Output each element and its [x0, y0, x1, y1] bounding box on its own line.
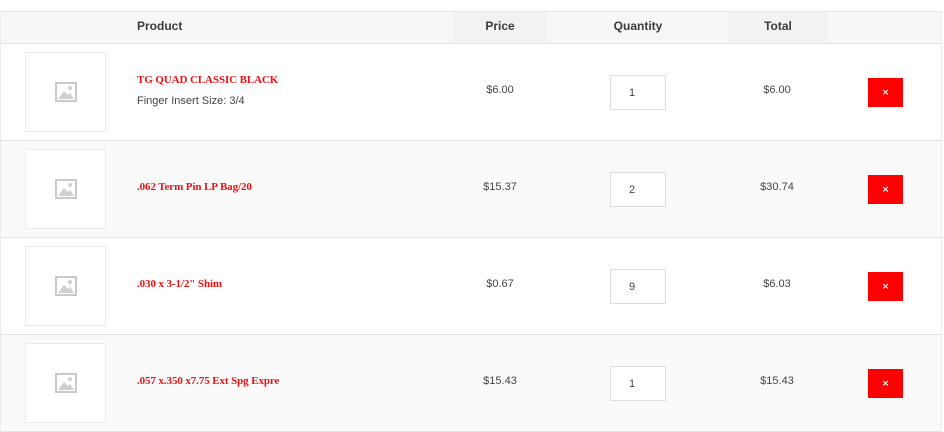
item-price: $15.43: [483, 375, 517, 387]
close-icon: ×: [881, 378, 890, 389]
close-icon: ×: [881, 87, 890, 98]
cart-item-row: .062 Term Pin LP Bag/20 $15.37 $30.74 ×: [1, 141, 941, 238]
product-link[interactable]: .062 Term Pin LP Bag/20: [137, 181, 252, 193]
remove-item-button[interactable]: ×: [868, 272, 903, 301]
product-variation: Finger Insert Size: 3/4: [137, 95, 245, 107]
remove-item-button[interactable]: ×: [868, 175, 903, 204]
cart-item-row: .057 x.350 x7.75 Ext Spg Expre $15.43 $1…: [1, 335, 941, 432]
variation-value: 3/4: [229, 95, 245, 107]
header-quantity: Quantity: [613, 19, 663, 33]
image-placeholder-icon: [54, 276, 77, 296]
cart-table: Product Price Quantity Total TG QUAD CLA…: [0, 11, 942, 432]
remove-item-button[interactable]: ×: [868, 369, 903, 398]
close-icon: ×: [881, 184, 890, 195]
quantity-input[interactable]: [610, 172, 666, 207]
quantity-input[interactable]: [610, 75, 666, 110]
quantity-input[interactable]: [610, 366, 666, 401]
item-total: $6.03: [763, 278, 791, 290]
header-price: Price: [453, 12, 547, 43]
header-product: Product: [137, 19, 183, 33]
remove-item-button[interactable]: ×: [868, 78, 903, 107]
cart-header-row: Product Price Quantity Total: [1, 11, 941, 44]
item-price: $0.67: [486, 278, 514, 290]
product-thumbnail[interactable]: [25, 343, 106, 423]
product-link[interactable]: TG QUAD CLASSIC BLACK: [137, 74, 278, 86]
image-placeholder-icon: [54, 82, 77, 102]
quantity-input[interactable]: [610, 269, 666, 304]
product-thumbnail[interactable]: [25, 52, 106, 132]
product-thumbnail[interactable]: [25, 149, 106, 229]
header-total: Total: [728, 12, 828, 43]
product-thumbnail[interactable]: [25, 246, 106, 326]
image-placeholder-icon: [54, 179, 77, 199]
item-total: $6.00: [763, 84, 791, 96]
item-total: $30.74: [760, 181, 794, 193]
product-link[interactable]: .030 x 3-1/2" Shim: [137, 278, 222, 290]
close-icon: ×: [881, 281, 890, 292]
variation-label: Finger Insert Size:: [137, 95, 227, 107]
item-total: $15.43: [760, 375, 794, 387]
item-price: $15.37: [483, 181, 517, 193]
item-price: $6.00: [486, 84, 514, 96]
image-placeholder-icon: [54, 373, 77, 393]
cart-item-row: TG QUAD CLASSIC BLACK Finger Insert Size…: [1, 44, 941, 141]
cart-item-row: .030 x 3-1/2" Shim $0.67 $6.03 ×: [1, 238, 941, 335]
product-link[interactable]: .057 x.350 x7.75 Ext Spg Expre: [137, 375, 279, 387]
